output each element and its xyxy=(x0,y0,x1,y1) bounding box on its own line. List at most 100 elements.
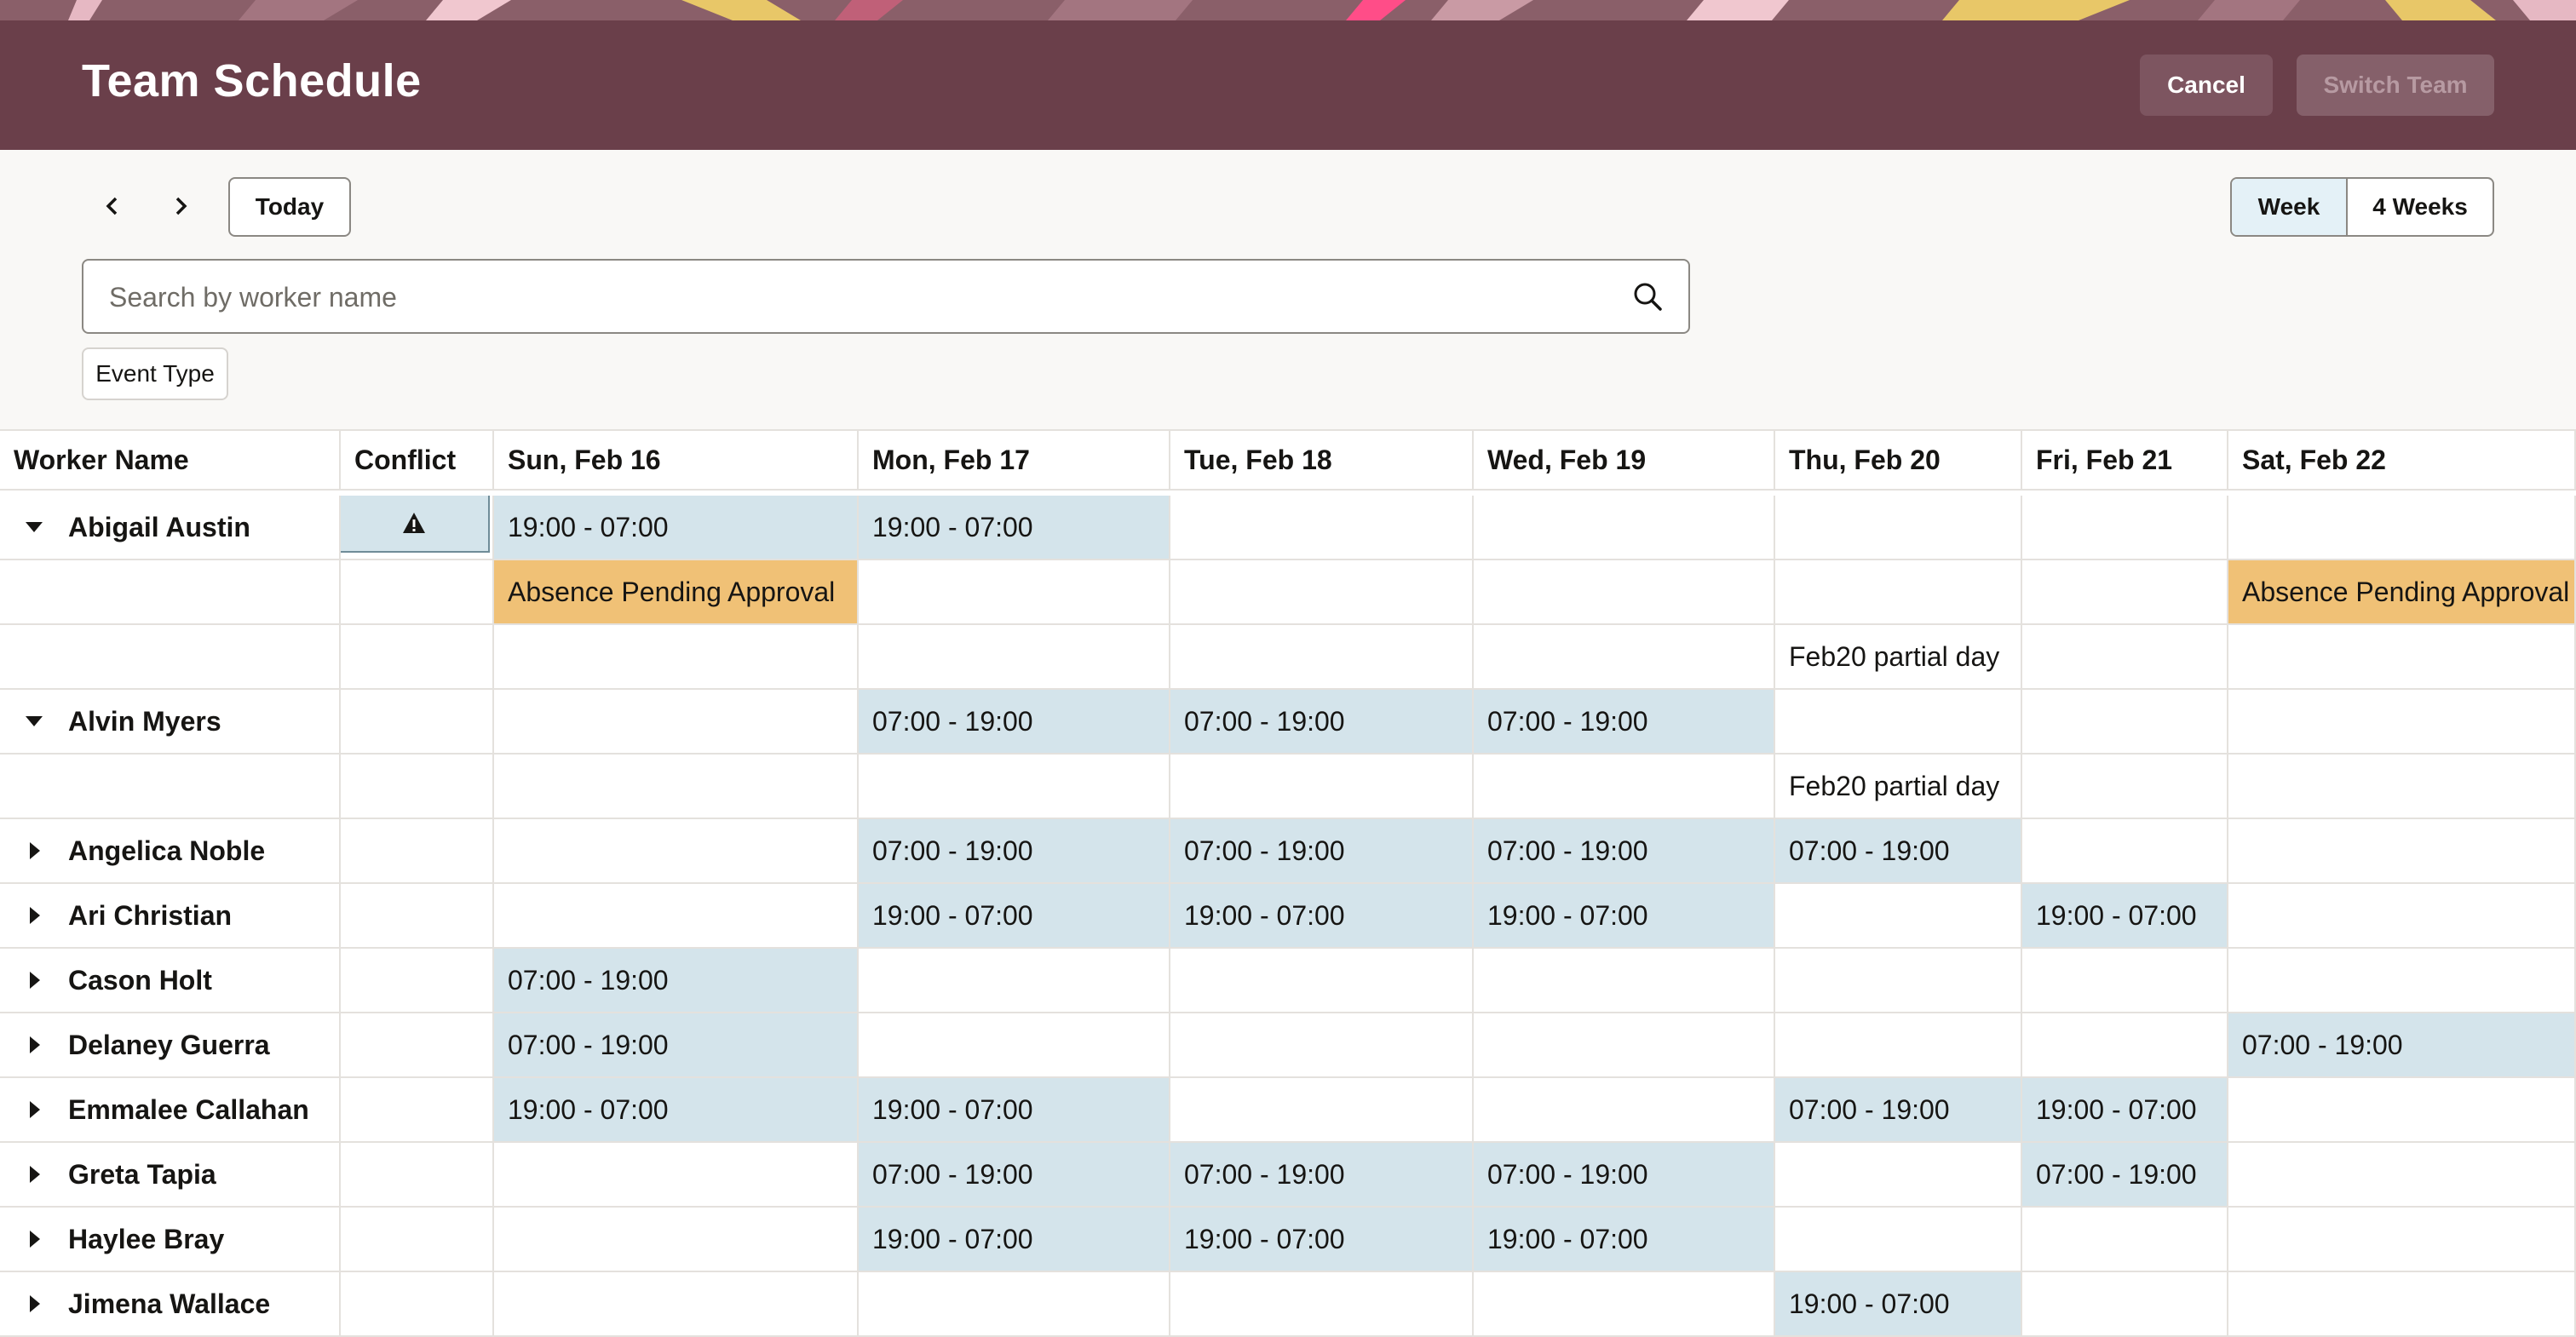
day-cell xyxy=(494,819,859,884)
shift-block[interactable]: 07:00 - 19:00 xyxy=(494,949,859,1013)
worker-name: Greta Tapia xyxy=(68,1158,216,1190)
shift-block[interactable]: 19:00 - 07:00 xyxy=(1170,1208,1474,1272)
caret-right-icon[interactable] xyxy=(14,841,55,861)
shift-block[interactable]: 19:00 - 07:00 xyxy=(859,496,1170,560)
view-week-button[interactable]: Week xyxy=(2232,179,2348,235)
header-decorative-band xyxy=(0,0,2576,20)
shift-block[interactable]: 19:00 - 07:00 xyxy=(494,496,859,560)
column-header-day[interactable]: Wed, Feb 19 xyxy=(1474,431,1775,491)
shift-block[interactable]: 07:00 - 19:00 xyxy=(859,819,1170,884)
shift-block[interactable]: 07:00 - 19:00 xyxy=(1775,1078,2022,1143)
shift-block[interactable]: 19:00 - 07:00 xyxy=(2022,884,2228,949)
shift-block[interactable]: 07:00 - 19:00 xyxy=(494,1013,859,1078)
worker-name-cell[interactable]: Emmalee Callahan xyxy=(0,1078,341,1143)
shift-block[interactable]: 07:00 - 19:00 xyxy=(859,690,1170,755)
conflict-indicator-fill xyxy=(341,496,490,553)
shift-block[interactable]: 07:00 - 19:00 xyxy=(1775,819,2022,884)
worker-name: Delaney Guerra xyxy=(68,1029,270,1060)
caret-down-icon[interactable] xyxy=(14,711,55,732)
search-icon[interactable] xyxy=(1630,279,1665,313)
caret-right-icon[interactable] xyxy=(14,1164,55,1185)
absence-block[interactable]: Absence Pending Approval xyxy=(2228,560,2576,625)
shift-block[interactable]: 19:00 - 07:00 xyxy=(2022,1078,2228,1143)
caret-right-icon[interactable] xyxy=(14,1035,55,1055)
shift-block[interactable]: 07:00 - 19:00 xyxy=(1170,819,1474,884)
shift-block[interactable]: 07:00 - 19:00 xyxy=(1170,1143,1474,1208)
worker-name-cell[interactable]: Jimena Wallace xyxy=(0,1272,341,1337)
shift-block[interactable]: 07:00 - 19:00 xyxy=(1170,690,1474,755)
cancel-button[interactable]: Cancel xyxy=(2140,55,2273,116)
column-header-conflict[interactable]: Conflict xyxy=(341,431,494,491)
conflict-indicator[interactable] xyxy=(341,496,492,559)
day-cell xyxy=(2022,1272,2228,1337)
caret-right-icon[interactable] xyxy=(14,905,55,926)
column-header-day[interactable]: Sun, Feb 16 xyxy=(494,431,859,491)
shift-block[interactable]: 19:00 - 07:00 xyxy=(1474,1208,1775,1272)
day-cell xyxy=(859,1272,1170,1337)
conflict-cell xyxy=(341,884,494,949)
shift-block[interactable]: 07:00 - 19:00 xyxy=(1474,690,1775,755)
caret-right-icon[interactable] xyxy=(14,1099,55,1120)
caret-right-icon[interactable] xyxy=(14,1294,55,1314)
today-button[interactable]: Today xyxy=(228,177,351,237)
worker-name-cell[interactable]: Alvin Myers xyxy=(0,690,341,755)
day-cell xyxy=(2228,1143,2576,1208)
shift-block[interactable]: 19:00 - 07:00 xyxy=(859,884,1170,949)
worker-name: Alvin Myers xyxy=(68,705,221,737)
day-cell xyxy=(2228,1208,2576,1272)
caret-right-icon[interactable] xyxy=(14,970,55,990)
day-cell xyxy=(2022,690,2228,755)
caret-right-icon[interactable] xyxy=(14,1229,55,1249)
day-cell xyxy=(1775,496,2022,560)
day-cell xyxy=(2228,625,2576,690)
shift-block[interactable]: 07:00 - 19:00 xyxy=(1474,1143,1775,1208)
shift-block[interactable]: 19:00 - 07:00 xyxy=(859,1208,1170,1272)
absence-block[interactable]: Absence Pending Approval xyxy=(494,560,859,625)
shift-block[interactable]: 19:00 - 07:00 xyxy=(494,1078,859,1143)
shift-block[interactable]: 07:00 - 19:00 xyxy=(1474,819,1775,884)
worker-name-cell[interactable]: Greta Tapia xyxy=(0,1143,341,1208)
day-cell xyxy=(494,755,859,819)
event-label[interactable]: Feb20 partial day xyxy=(1775,625,2022,690)
day-cell xyxy=(1775,1208,2022,1272)
next-week-button[interactable] xyxy=(157,182,204,230)
worker-name-cell[interactable]: Cason Holt xyxy=(0,949,341,1013)
previous-week-button[interactable] xyxy=(89,182,136,230)
day-cell xyxy=(2022,625,2228,690)
column-header-day[interactable]: Sat, Feb 22 xyxy=(2228,431,2576,491)
day-cell xyxy=(2228,1272,2576,1337)
column-header-day[interactable]: Thu, Feb 20 xyxy=(1775,431,2022,491)
schedule-grid: Worker Name Conflict Sun, Feb 16 Mon, Fe… xyxy=(0,429,2576,1337)
column-header-worker-name[interactable]: Worker Name xyxy=(0,431,341,491)
shift-block[interactable]: 07:00 - 19:00 xyxy=(2022,1143,2228,1208)
worker-name-cell[interactable]: Ari Christian xyxy=(0,884,341,949)
search-input[interactable] xyxy=(107,261,1610,334)
worker-name-cell[interactable]: Angelica Noble xyxy=(0,819,341,884)
worker-name-cell-empty xyxy=(0,560,341,625)
conflict-cell xyxy=(341,1013,494,1078)
day-cell xyxy=(1775,1013,2022,1078)
shift-block[interactable]: 19:00 - 07:00 xyxy=(859,1078,1170,1143)
shift-block[interactable]: 07:00 - 19:00 xyxy=(2228,1013,2576,1078)
shift-block[interactable]: 19:00 - 07:00 xyxy=(1170,884,1474,949)
event-type-filter-chip[interactable]: Event Type xyxy=(82,347,228,400)
shift-block[interactable]: 19:00 - 07:00 xyxy=(1775,1272,2022,1337)
column-header-day[interactable]: Fri, Feb 21 xyxy=(2022,431,2228,491)
worker-name-cell[interactable]: Abigail Austin xyxy=(0,496,341,560)
caret-down-icon[interactable] xyxy=(14,517,55,537)
column-header-day[interactable]: Mon, Feb 17 xyxy=(859,431,1170,491)
conflict-cell[interactable] xyxy=(341,496,494,560)
view-4-weeks-button[interactable]: 4 Weeks xyxy=(2348,179,2493,235)
switch-team-button[interactable]: Switch Team xyxy=(2297,55,2494,116)
worker-name-cell[interactable]: Haylee Bray xyxy=(0,1208,341,1272)
conflict-cell xyxy=(341,1078,494,1143)
column-header-day[interactable]: Tue, Feb 18 xyxy=(1170,431,1474,491)
day-cell xyxy=(859,625,1170,690)
worker-name: Angelica Noble xyxy=(68,835,266,866)
event-label[interactable]: Feb20 partial day xyxy=(1775,755,2022,819)
shift-block[interactable]: 19:00 - 07:00 xyxy=(1474,884,1775,949)
worker-name-cell[interactable]: Delaney Guerra xyxy=(0,1013,341,1078)
day-cell xyxy=(1775,560,2022,625)
shift-block[interactable]: 07:00 - 19:00 xyxy=(859,1143,1170,1208)
day-cell xyxy=(494,625,859,690)
